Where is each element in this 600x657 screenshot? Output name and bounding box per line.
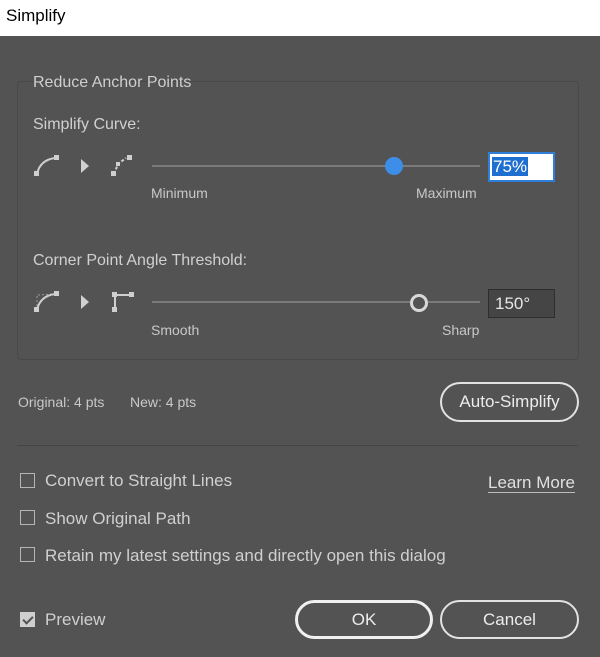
corner-point-icon [112,292,134,312]
corner-angle-value: 150° [495,294,531,313]
cancel-button[interactable]: Cancel [440,600,579,639]
maximum-label: Maximum [416,185,477,201]
preview-label: Preview [45,610,106,629]
sharp-label: Sharp [442,322,480,338]
simplify-curve-value-field[interactable]: 75% [488,152,555,182]
simplify-curve-label: Simplify Curve: [33,116,141,133]
show-original-path-label: Show Original Path [45,509,191,528]
smooth-label: Smooth [151,322,200,338]
corner-angle-label: Corner Point Angle Threshold: [33,252,248,269]
original-points: Original: 4 pts [18,394,105,410]
corner-angle-value-field[interactable]: 150° [488,289,555,318]
convert-straight-lines-checkbox[interactable] [20,473,35,488]
arrow-right-icon [81,159,89,173]
arrow-right-icon [81,295,89,309]
window-title: Simplify [6,6,66,25]
simplify-curve-slider-track[interactable] [152,165,480,167]
retain-settings-label: Retain my latest settings and directly o… [45,546,446,565]
title-bar: Simplify [0,0,600,36]
corner-angle-slider-track[interactable] [152,301,480,303]
simplified-path-icon [111,155,132,176]
simplify-dialog: Reduce Anchor Points Simplify Curve: Min… [0,36,600,657]
minimum-label: Minimum [151,185,208,201]
convert-straight-lines-label: Convert to Straight Lines [45,471,233,490]
simplify-curve-value: 75% [492,157,529,176]
corner-angle-slider-thumb[interactable] [410,294,428,312]
new-points: New: 4 pts [130,394,197,410]
show-original-path-checkbox[interactable] [20,510,35,525]
curve-path-icon [34,155,59,176]
corner-curve-icon [34,291,59,312]
auto-simplify-button[interactable]: Auto-Simplify [440,382,579,422]
learn-more-link[interactable]: Learn More [488,474,575,493]
group-title: Reduce Anchor Points [33,74,192,91]
simplify-curve-slider-thumb[interactable] [385,157,403,175]
preview-checkbox[interactable] [20,612,35,627]
retain-settings-checkbox[interactable] [20,547,35,562]
ok-button[interactable]: OK [295,600,433,639]
divider [17,445,578,446]
